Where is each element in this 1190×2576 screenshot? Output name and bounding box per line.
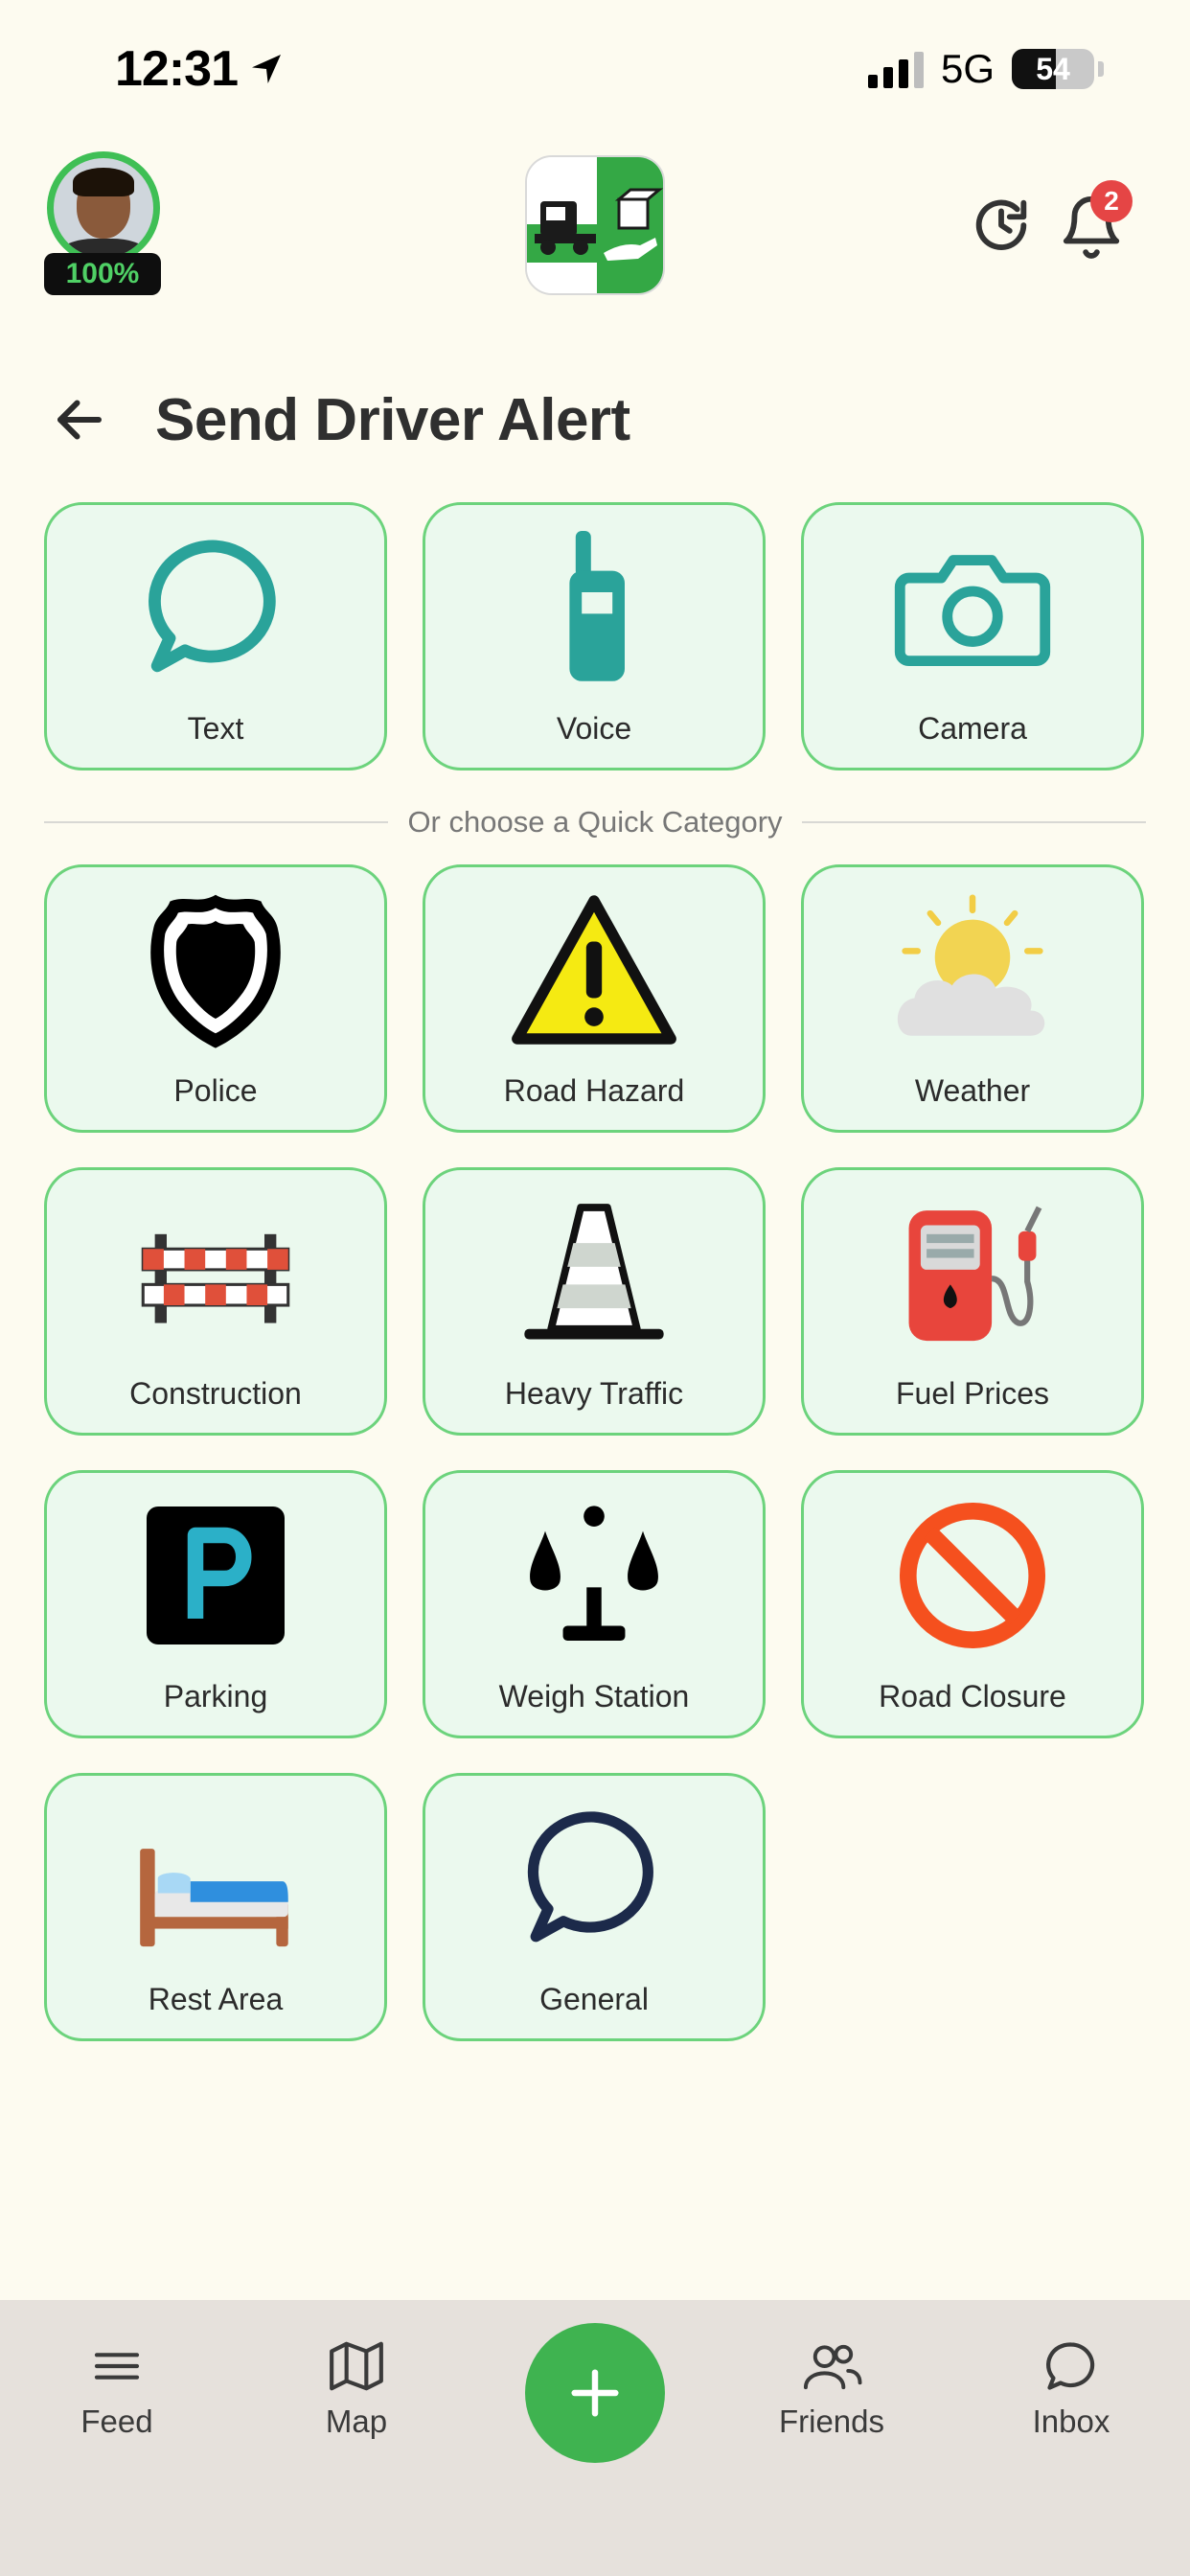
chat-bubble-icon (129, 526, 302, 689)
nav-label: Feed (80, 2404, 153, 2439)
warning-sign-icon (508, 888, 680, 1051)
nav-inbox[interactable]: Inbox (985, 2334, 1157, 2440)
fuel-pump-icon (886, 1191, 1059, 1354)
tile-label: Rest Area (148, 1982, 284, 2016)
voice-alert-button[interactable]: Voice (423, 502, 766, 770)
tile-label: Road Hazard (503, 1073, 685, 1108)
status-bar: 12:31 5G 54 (0, 0, 1190, 144)
category-road-closure[interactable]: Road Closure (801, 1470, 1144, 1738)
friends-icon (800, 2334, 863, 2398)
cellular-signal-icon (867, 50, 924, 88)
tile-label: Road Closure (879, 1679, 1066, 1714)
nav-label: Friends (778, 2404, 885, 2439)
battery-nub (1098, 61, 1104, 77)
category-weigh-station[interactable]: Weigh Station (423, 1470, 766, 1738)
parking-icon (129, 1494, 302, 1657)
add-button[interactable] (525, 2323, 665, 2463)
tile-label: Weigh Station (498, 1679, 690, 1714)
status-indicators: 5G 54 (867, 46, 1104, 92)
camera-alert-button[interactable]: Camera (801, 502, 1144, 770)
clock-text: 12:31 (115, 41, 239, 97)
scale-icon (508, 1494, 680, 1657)
category-police[interactable]: Police (44, 864, 387, 1133)
category-heavy-traffic[interactable]: Heavy Traffic (423, 1167, 766, 1436)
location-arrow-icon (252, 55, 281, 83)
category-road-hazard[interactable]: Road Hazard (423, 864, 766, 1133)
history-icon (975, 199, 1027, 250)
barrier-icon (129, 1191, 302, 1354)
walkie-talkie-icon (508, 526, 680, 689)
nav-map[interactable]: Map (270, 2334, 443, 2440)
police-shield-icon (129, 888, 302, 1051)
avatar[interactable] (47, 151, 160, 264)
back-button[interactable] (46, 386, 113, 453)
menu-icon (85, 2334, 149, 2398)
divider-text: Or choose a Quick Category (407, 805, 783, 839)
bed-icon (129, 1797, 302, 1960)
tile-label: Construction (129, 1376, 302, 1411)
battery-icon: 54 (1012, 49, 1094, 89)
profile-progress-badge: 100% (44, 253, 161, 295)
no-entry-icon (886, 1494, 1059, 1657)
title-row: Send Driver Alert (46, 380, 630, 460)
nav-friends[interactable]: Friends (745, 2334, 918, 2440)
plus-icon (571, 2369, 619, 2417)
history-button[interactable] (968, 192, 1035, 259)
map-icon (325, 2334, 388, 2398)
category-general[interactable]: General (423, 1773, 766, 2041)
tile-label: General (539, 1982, 649, 2016)
tile-label: Text (187, 711, 244, 746)
category-construction[interactable]: Construction (44, 1167, 387, 1436)
tile-label: Police (173, 1073, 258, 1108)
arrow-left-icon (57, 400, 102, 440)
profile-avatar-button[interactable]: 100% (44, 151, 163, 295)
app-logo-icon[interactable] (525, 155, 665, 295)
category-weather[interactable]: Weather (801, 864, 1144, 1133)
tile-label: Fuel Prices (895, 1376, 1050, 1411)
sun-cloud-icon (886, 888, 1059, 1051)
chat-icon (1040, 2334, 1103, 2398)
tile-label: Parking (163, 1679, 268, 1714)
tile-label: Voice (556, 711, 632, 746)
category-parking[interactable]: Parking (44, 1470, 387, 1738)
battery-percent: 54 (1036, 51, 1070, 86)
category-rest-area[interactable]: Rest Area (44, 1773, 387, 2041)
traffic-cone-icon (508, 1191, 680, 1354)
nav-feed[interactable]: Feed (31, 2334, 203, 2440)
status-time: 12:31 (115, 40, 286, 98)
quick-category-divider: Or choose a Quick Category (44, 803, 1146, 841)
category-fuel-prices[interactable]: Fuel Prices (801, 1167, 1144, 1436)
nav-label: Inbox (1032, 2404, 1110, 2439)
text-alert-button[interactable]: Text (44, 502, 387, 770)
tile-label: Camera (918, 711, 1027, 746)
notification-count-badge: 2 (1090, 180, 1133, 222)
speech-bubble-icon (508, 1797, 680, 1960)
camera-icon (886, 526, 1059, 689)
network-type: 5G (940, 46, 995, 91)
nav-label: Map (325, 2404, 388, 2439)
tile-label: Weather (914, 1073, 1031, 1108)
page-title: Send Driver Alert (155, 386, 630, 453)
tile-label: Heavy Traffic (504, 1376, 684, 1411)
